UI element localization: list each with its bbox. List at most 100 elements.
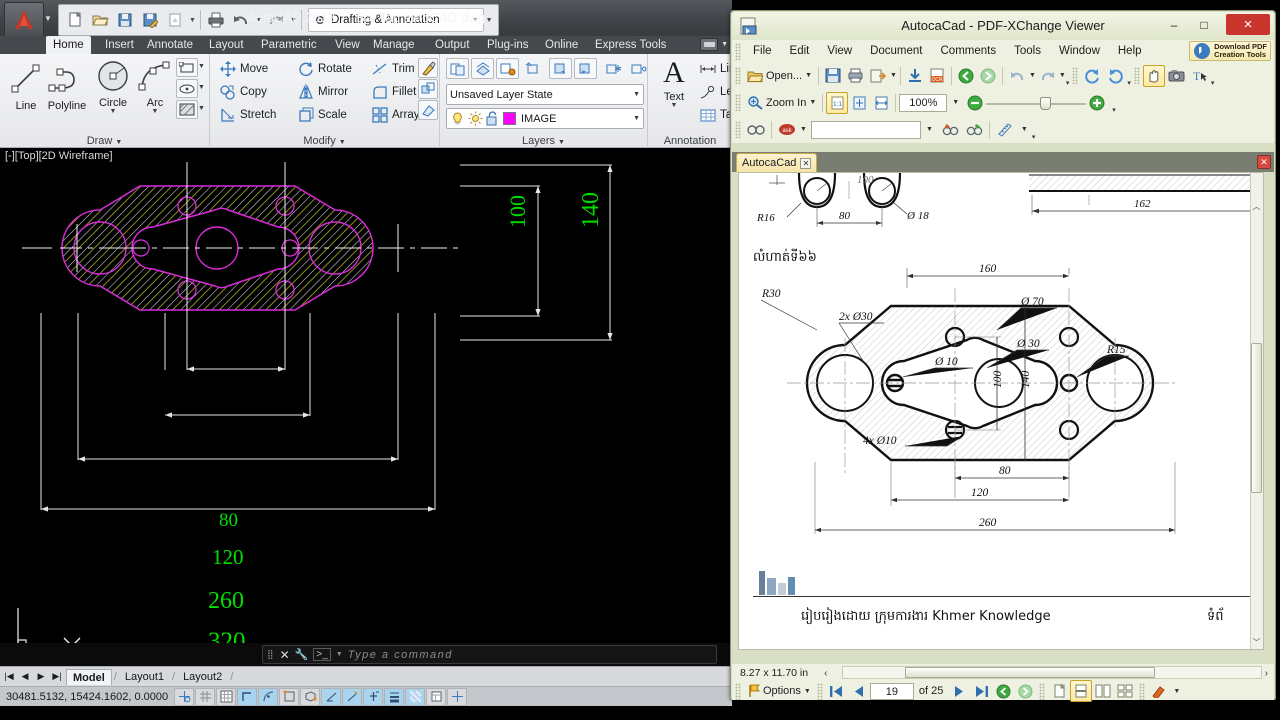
- rotate-right-button[interactable]: [1104, 65, 1127, 87]
- menu-help[interactable]: Help: [1109, 42, 1151, 60]
- layer-state-combo[interactable]: Unsaved Layer State ▼: [446, 84, 644, 105]
- ellipse-icon[interactable]: [176, 79, 198, 98]
- zoom-level-input[interactable]: 100%: [899, 93, 948, 112]
- status-selection-cycling[interactable]: [447, 687, 468, 706]
- status-lineweight[interactable]: [384, 687, 405, 706]
- autocad-app-logo[interactable]: [4, 2, 44, 38]
- plot-preview-icon[interactable]: [163, 7, 187, 33]
- erase-icon[interactable]: [418, 100, 438, 120]
- tab-insert[interactable]: Insert: [98, 36, 141, 54]
- rotate-left-button[interactable]: [1081, 65, 1104, 87]
- download-pdf-tools-banner[interactable]: Download PDF Creation Tools: [1189, 41, 1271, 61]
- toolbar2-grip-icon[interactable]: [735, 94, 741, 111]
- highlight-button[interactable]: [938, 119, 962, 141]
- maximize-button[interactable]: □: [1190, 14, 1218, 35]
- scroll-up-icon[interactable]: ︿: [1251, 201, 1262, 213]
- tab-layout[interactable]: Layout: [202, 36, 251, 54]
- command-input[interactable]: Type a command: [348, 649, 453, 661]
- tb1-overflow-icon[interactable]: ▾: [1066, 79, 1070, 87]
- modify-stretch-button[interactable]: Stretch: [218, 105, 278, 125]
- page-number-input[interactable]: 19: [869, 682, 914, 700]
- ask-caret-icon[interactable]: ▼: [800, 126, 807, 133]
- menu-comments[interactable]: Comments: [932, 42, 1006, 60]
- status-grid-mode[interactable]: [216, 687, 237, 706]
- status-ortho-mode[interactable]: [237, 687, 258, 706]
- export-caret-icon[interactable]: ▼: [890, 72, 897, 79]
- ribbon-minimize-icon[interactable]: [700, 38, 719, 51]
- hatch-caret-icon[interactable]: ▼: [198, 105, 205, 112]
- status-snap-mode[interactable]: [174, 687, 195, 706]
- undo-caret-icon[interactable]: ▼: [254, 17, 263, 24]
- highlight-status-button[interactable]: [1148, 680, 1170, 702]
- pdf-vertical-scrollbar[interactable]: ︿ ﹀: [1250, 173, 1263, 649]
- ocr-button[interactable]: OCR: [926, 65, 948, 87]
- redo-button[interactable]: [1036, 65, 1059, 87]
- status-quick-properties[interactable]: [426, 687, 447, 706]
- tab-view[interactable]: View: [328, 36, 367, 54]
- status-polar-tracking[interactable]: [258, 687, 279, 706]
- last-page-button[interactable]: [970, 680, 992, 702]
- find-button[interactable]: [744, 119, 768, 141]
- layer-isolate-icon[interactable]: [549, 58, 572, 79]
- layout-tab-model[interactable]: Model: [66, 668, 112, 685]
- open-icon[interactable]: [88, 7, 112, 33]
- status-dynamic-ucs[interactable]: [342, 687, 363, 706]
- plot-preview-caret-icon[interactable]: ▼: [188, 17, 197, 24]
- save-icon[interactable]: [113, 7, 137, 33]
- measure-button[interactable]: [993, 119, 1017, 141]
- tb2-overflow-icon[interactable]: ▾: [1112, 106, 1116, 114]
- undo-button[interactable]: [1006, 65, 1029, 87]
- layout-next-icon[interactable]: ▶: [34, 671, 48, 682]
- zoom-in-tool-button[interactable]: Zoom In ▼: [744, 92, 819, 114]
- tab-manage[interactable]: Manage: [366, 36, 422, 54]
- tab-online[interactable]: Online: [538, 36, 585, 54]
- pdf-horizontal-scrollbar[interactable]: [842, 666, 1262, 679]
- open-caret-icon[interactable]: ▼: [805, 72, 812, 79]
- two-page-continuous-button[interactable]: [1114, 680, 1136, 702]
- layer-state-caret-icon[interactable]: ▼: [633, 91, 640, 98]
- scroll-down-icon[interactable]: ﹀: [1251, 637, 1262, 649]
- minimize-button[interactable]: –: [1160, 14, 1188, 35]
- save-button[interactable]: [822, 65, 844, 87]
- modify-move-button[interactable]: Move: [218, 59, 270, 79]
- command-settings-icon[interactable]: 🔧: [295, 648, 309, 661]
- menu-edit[interactable]: Edit: [781, 42, 819, 60]
- layer-previous-icon[interactable]: [521, 58, 544, 79]
- tb1-overflow2-icon[interactable]: ▾: [1127, 79, 1131, 87]
- autocad-drawing-canvas[interactable]: [-][Top][2D Wireframe] 80 120 260 320 10…: [0, 148, 732, 643]
- select-text-button[interactable]: T: [1188, 65, 1211, 87]
- forward-button[interactable]: [977, 65, 999, 87]
- tab-annotate[interactable]: Annotate: [140, 36, 200, 54]
- redo-caret-icon[interactable]: ▼: [1059, 72, 1066, 79]
- ask-button[interactable]: ask: [775, 119, 799, 141]
- command-prompt-icon[interactable]: >_: [313, 648, 331, 661]
- hand-tool-button[interactable]: [1142, 64, 1165, 87]
- layer-freeze-icon[interactable]: [602, 58, 625, 79]
- workspace-caret-icon[interactable]: ▼: [472, 17, 479, 24]
- status-3d-object-snap[interactable]: [300, 687, 321, 706]
- modify-mirror-button[interactable]: Mirror: [296, 82, 350, 102]
- search-input[interactable]: [810, 120, 921, 139]
- layer-make-current-icon[interactable]: [471, 58, 494, 79]
- layout-tab-layout1[interactable]: Layout1: [119, 669, 170, 685]
- layer-properties-icon[interactable]: [446, 58, 469, 79]
- plot-icon[interactable]: [204, 7, 228, 33]
- single-page-view-button[interactable]: [1048, 680, 1070, 702]
- status-grid-display[interactable]: [195, 687, 216, 706]
- zoom-slider-knob[interactable]: [1040, 96, 1052, 110]
- toolbar1-grip2-icon[interactable]: [1072, 67, 1079, 84]
- tab-plugins[interactable]: Plug-ins: [480, 36, 536, 54]
- hatch-icon[interactable]: [176, 100, 198, 119]
- coordinate-readout[interactable]: 30481.5132, 15424.1602, 0.0000: [0, 691, 174, 703]
- redo-caret-icon[interactable]: ▼: [289, 17, 298, 24]
- zoom-slider[interactable]: [986, 96, 1087, 110]
- layout-last-icon[interactable]: ▶|: [50, 671, 64, 682]
- toolbar1-grip3-icon[interactable]: [1133, 67, 1140, 84]
- statusbar-grip-icon[interactable]: [735, 682, 741, 700]
- layout-first-icon[interactable]: |◀: [2, 671, 16, 682]
- tab-output[interactable]: Output: [428, 36, 477, 54]
- back-button[interactable]: [955, 65, 977, 87]
- menu-view[interactable]: View: [818, 42, 861, 60]
- annotation-text-button[interactable]: A Text ▼: [654, 56, 694, 109]
- first-page-button[interactable]: [826, 680, 848, 702]
